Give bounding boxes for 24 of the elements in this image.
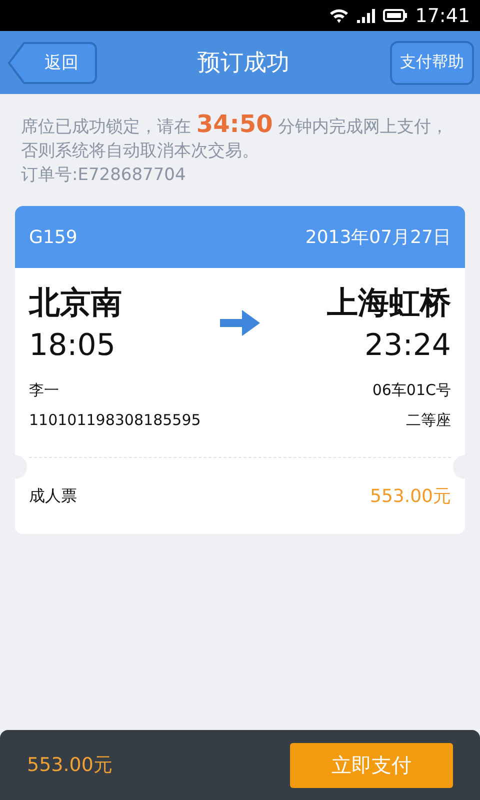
seat-class: 二等座 [405,410,451,431]
battery-icon [383,9,408,22]
notice-text: 席位已成功锁定，请在 34:50 分钟内完成网上支付，否则系统将自动取消本次交易。 [21,112,450,163]
passenger-name: 李一 [29,380,60,401]
payment-help-button[interactable]: 支付帮助 [390,40,474,84]
ticket-price: 553.00元 [370,485,451,508]
seat-number: 06车01C号 [371,380,451,401]
arrival-time: 23:24 [364,328,451,363]
train-number: G159 [29,226,78,248]
status-time: 17:41 [415,4,470,26]
order-number: 订单号:E728687704 [21,164,187,187]
arrow-icon [220,310,260,336]
signal-icon [357,8,376,22]
ticket-type: 成人票 [29,486,77,506]
arrival-station: 上海虹桥 [326,284,451,323]
travel-date: 2013年07月27日 [305,226,451,249]
id-number: 110101198308185595 [29,410,202,431]
departure-station: 北京南 [29,284,123,323]
wifi-icon [329,8,350,24]
total-price: 553.00元 [27,753,112,778]
back-button[interactable]: 返回 [8,40,97,84]
pay-now-button[interactable]: 立即支付 [290,742,453,788]
departure-time: 18:05 [29,328,116,363]
page-title: 预订成功 [198,49,290,78]
